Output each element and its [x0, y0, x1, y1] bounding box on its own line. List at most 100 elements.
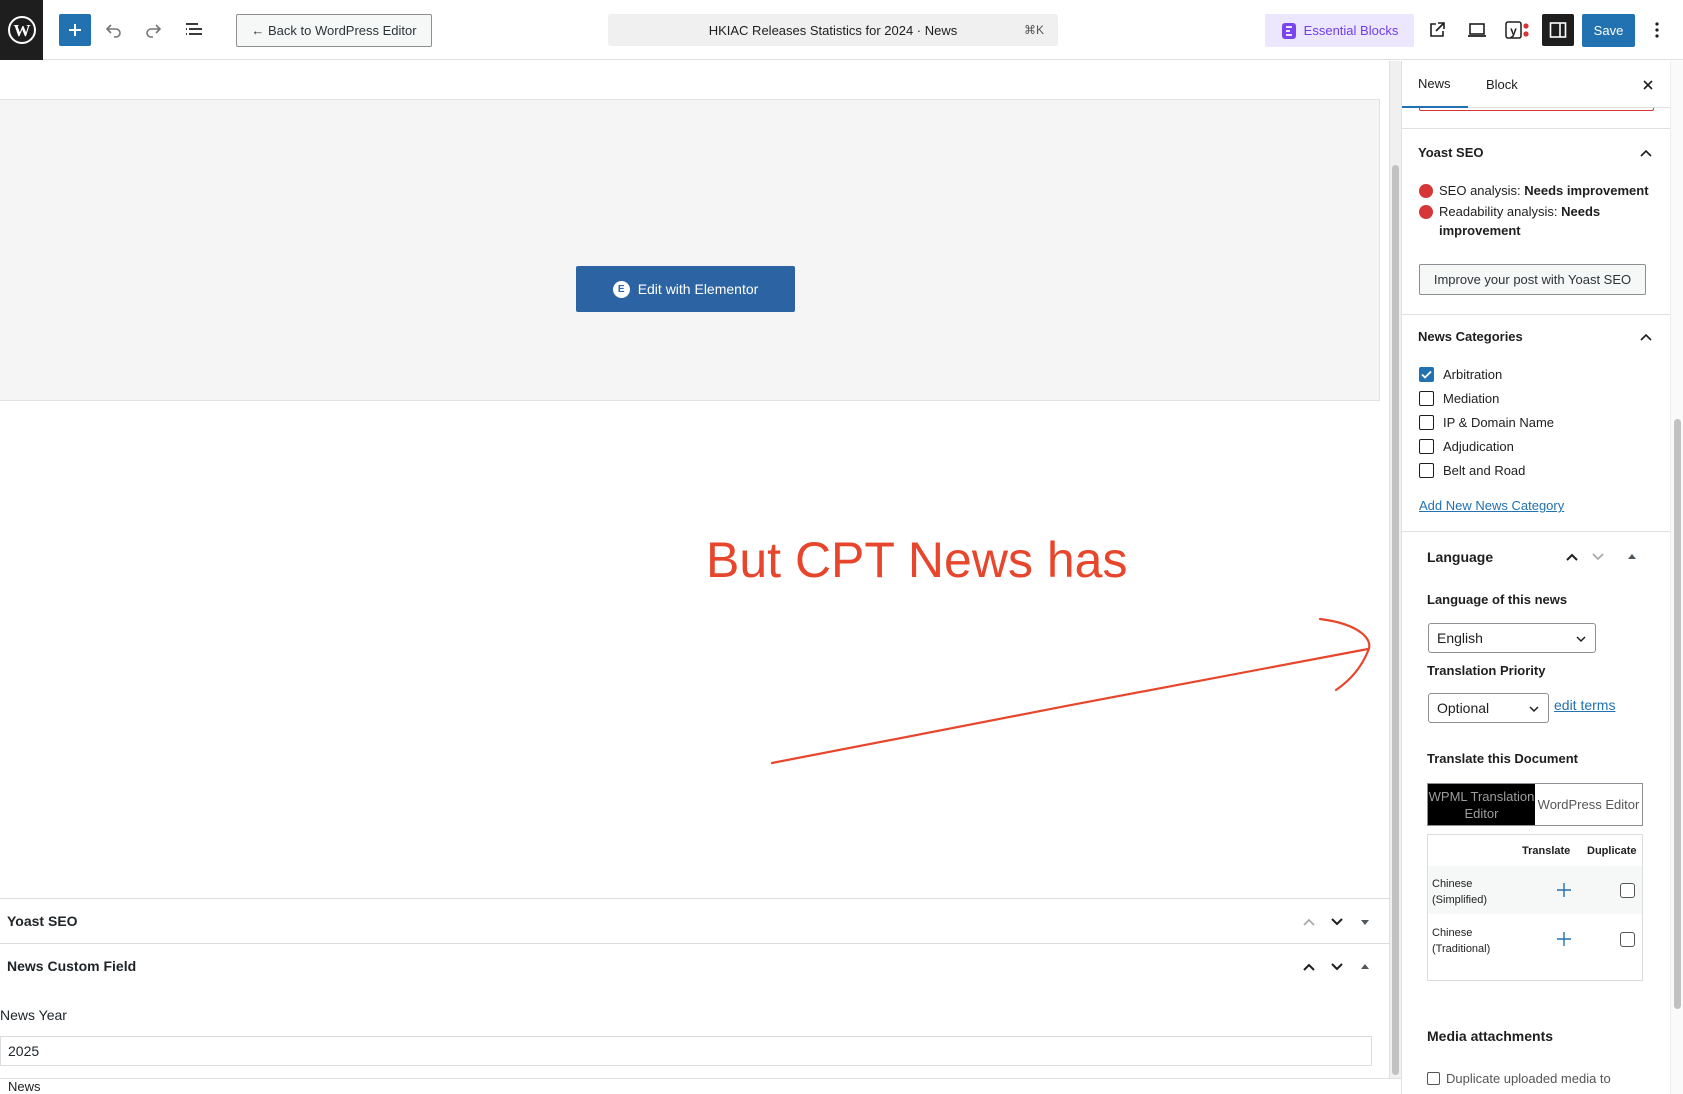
move-up-icon[interactable]	[1297, 956, 1321, 978]
save-button[interactable]: Save	[1582, 14, 1635, 47]
svg-text:y: y	[1510, 24, 1517, 38]
checkbox-icon[interactable]	[1419, 390, 1434, 406]
back-to-wordpress-editor-button[interactable]: ← Back to WordPress Editor	[236, 14, 432, 47]
category-arbitration[interactable]: Arbitration	[1419, 365, 1502, 383]
readability-analysis-status: Readability analysis: Needs improvement	[1419, 202, 1659, 240]
undo-icon[interactable]	[98, 14, 130, 46]
settings-sidebar-toggle[interactable]	[1542, 14, 1574, 46]
svg-text:W: W	[13, 21, 30, 40]
move-down-icon[interactable]	[1325, 956, 1349, 978]
add-block-button[interactable]	[59, 14, 91, 46]
category-mediation[interactable]: Mediation	[1419, 389, 1499, 407]
elementor-icon: E	[612, 280, 630, 298]
news-year-input[interactable]: 2025	[0, 1036, 1372, 1066]
edit-with-elementor-label: Edit with Elementor	[637, 281, 759, 297]
error-field-border	[1419, 108, 1654, 111]
move-up-icon[interactable]	[1297, 911, 1321, 933]
edit-terms-link[interactable]: edit terms	[1554, 697, 1615, 713]
table-row: Chinese (Traditional)	[1428, 915, 1642, 963]
move-down-icon[interactable]	[1588, 547, 1608, 567]
block-breadcrumb[interactable]: News	[0, 1078, 1401, 1094]
checkbox-icon[interactable]	[1419, 462, 1434, 478]
view-post-external-icon[interactable]	[1421, 14, 1453, 46]
category-ip-domain-name[interactable]: IP & Domain Name	[1419, 413, 1554, 431]
category-label: Arbitration	[1443, 366, 1503, 382]
duplicate-media-option[interactable]: Duplicate uploaded media to	[1427, 1071, 1611, 1086]
edit-with-elementor-button[interactable]: E Edit with Elementor	[576, 266, 795, 312]
add-translation-icon[interactable]	[1554, 929, 1574, 949]
news-custom-field-title: News Custom Field	[7, 958, 137, 974]
category-label: Mediation	[1443, 390, 1500, 406]
wordpress-logo-icon[interactable]: W	[0, 0, 43, 60]
sidebar-tabs: News Block	[1402, 61, 1670, 108]
essential-blocks-button[interactable]: Essential Blocks	[1265, 14, 1414, 47]
seo-analysis-status: SEO analysis: Needs improvement	[1419, 181, 1659, 200]
chevron-up-icon[interactable]	[1638, 145, 1654, 161]
wpml-translation-editor-option[interactable]: WPML Translation Editor	[1428, 784, 1535, 825]
essential-blocks-icon	[1281, 22, 1296, 39]
toggle-panel-icon[interactable]	[1353, 956, 1377, 978]
canvas-scrollbar[interactable]	[1389, 61, 1401, 1094]
translation-editor-toggle: WPML Translation Editor WordPress Editor	[1427, 783, 1643, 826]
checkbox-checked-icon[interactable]	[1419, 366, 1434, 382]
duplicate-checkbox[interactable]	[1620, 932, 1635, 947]
redo-icon[interactable]	[137, 14, 169, 46]
document-overview-icon[interactable]	[178, 14, 210, 46]
options-menu-icon[interactable]	[1643, 14, 1671, 46]
chevron-up-icon[interactable]	[1638, 329, 1654, 345]
translate-column-header: Translate	[1522, 845, 1571, 857]
chevron-down-icon	[1528, 702, 1540, 718]
translation-language: Chinese (Simplified)	[1432, 878, 1488, 906]
move-down-icon[interactable]	[1325, 911, 1349, 933]
add-translation-icon[interactable]	[1554, 880, 1574, 900]
news-custom-field-metabox: News Custom Field	[0, 944, 1389, 1094]
language-select[interactable]: English	[1428, 623, 1596, 653]
category-belt-and-road[interactable]: Belt and Road	[1419, 461, 1525, 479]
tab-block[interactable]: Block	[1484, 61, 1534, 108]
seo-analysis-label: SEO analysis:	[1439, 183, 1525, 198]
language-select-value: English	[1437, 630, 1483, 646]
seo-analysis-value: Needs improvement	[1524, 183, 1649, 198]
sidebar-icon	[1549, 22, 1567, 38]
duplicate-checkbox[interactable]	[1620, 883, 1635, 898]
media-attachments-title: Media attachments	[1427, 1028, 1554, 1044]
annotation-text: But CPT News has	[706, 532, 1128, 588]
document-title-bar[interactable]: HKIAC Releases Statistics for 2024 · New…	[608, 14, 1058, 46]
sad-face-icon	[1419, 184, 1433, 198]
checkbox-icon[interactable]	[1419, 438, 1434, 454]
language-panel-title: Language	[1427, 549, 1494, 565]
annotation-arrow-icon	[770, 617, 1371, 765]
yoast-panel-title[interactable]: Yoast SEO	[1418, 145, 1484, 160]
add-new-news-category-link[interactable]: Add New News Category	[1419, 498, 1564, 513]
toggle-panel-icon[interactable]	[1353, 911, 1377, 933]
category-adjudication[interactable]: Adjudication	[1419, 437, 1514, 455]
yoast-icon[interactable]: y	[1501, 14, 1533, 46]
tab-news[interactable]: News	[1402, 61, 1468, 108]
document-title: HKIAC Releases Statistics for 2024 · New…	[708, 22, 958, 38]
yoast-seo-metabox[interactable]: Yoast SEO	[0, 898, 1389, 944]
sad-face-icon	[1419, 205, 1433, 219]
editor-top-bar: W ← Back to WordPress Editor HKIAC Relea…	[0, 0, 1683, 60]
move-up-icon[interactable]	[1562, 547, 1582, 567]
device-preview-icon[interactable]	[1461, 14, 1493, 46]
wordpress-editor-option[interactable]: WordPress Editor	[1535, 784, 1642, 825]
chevron-down-icon	[1575, 632, 1587, 648]
improve-post-yoast-button[interactable]: Improve your post with Yoast SEO	[1419, 264, 1646, 295]
translations-table: Translate Duplicate Chinese (Simplified)…	[1427, 834, 1643, 981]
checkbox-icon[interactable]	[1419, 414, 1434, 430]
sidebar-scrollbar[interactable]	[1670, 61, 1683, 1094]
toggle-panel-icon[interactable]	[1622, 547, 1642, 567]
duplicate-media-label: Duplicate uploaded media to	[1446, 1071, 1611, 1086]
yoast-metabox-title: Yoast SEO	[7, 913, 78, 929]
panel-divider	[1402, 128, 1670, 129]
translation-priority-label: Translation Priority	[1427, 663, 1546, 678]
close-icon[interactable]	[1638, 75, 1658, 95]
translation-language: Chinese (Traditional)	[1432, 927, 1491, 955]
command-shortcut: ⌘K	[1023, 23, 1044, 37]
checkbox-icon[interactable]	[1427, 1072, 1440, 1085]
duplicate-column-header: Duplicate	[1587, 845, 1637, 857]
readability-label: Readability analysis:	[1439, 204, 1562, 219]
table-row: Chinese (Simplified)	[1428, 866, 1642, 914]
news-categories-title[interactable]: News Categories	[1418, 329, 1523, 344]
translation-priority-select[interactable]: Optional	[1428, 693, 1549, 723]
